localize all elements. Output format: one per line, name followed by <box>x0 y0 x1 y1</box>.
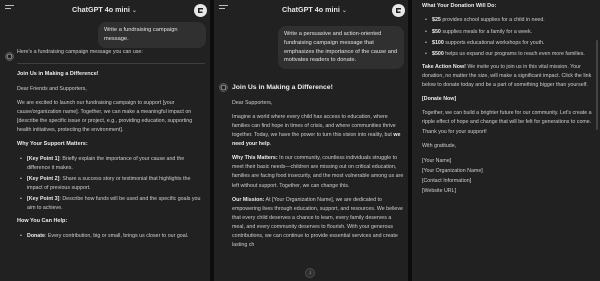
point-label: [Key Point 1] <box>27 155 60 162</box>
response-heading: Join Us in Making a Difference! <box>232 84 333 91</box>
top-bar: ChatGPT 4o mini ⌄ <box>214 0 408 22</box>
signature-block: [Your Name] [Your Organization Name] [Co… <box>422 156 594 196</box>
list-item: [Key Point 2]: Share a success story or … <box>17 175 205 193</box>
closing-paragraph: Together, we can build a brighter future… <box>422 110 592 135</box>
point-label: [Key Point 2] <box>27 175 60 182</box>
body-text: We are excited to launch our fundraising… <box>17 99 193 133</box>
mission-text: At [Your Organization Name], we are dedi… <box>232 196 403 249</box>
assistant-logo-icon <box>5 52 14 61</box>
list-item: Donate: Every contribution, big or small… <box>17 232 205 241</box>
donate-label: Donate <box>27 232 45 239</box>
vision-paragraph: Imagine a world where every child has ac… <box>232 113 404 149</box>
model-label: ChatGPT 4o mini <box>282 5 340 14</box>
chevron-down-icon: ⌄ <box>341 8 347 14</box>
matters-label: Why This Matters: <box>232 155 278 162</box>
avatar[interactable] <box>194 4 207 17</box>
donation-amount: $25 <box>432 17 441 24</box>
model-selector[interactable]: ChatGPT 4o mini ⌄ <box>282 5 347 14</box>
donation-text: supplies meals for a family for a week. <box>440 28 533 35</box>
user-message-text: Write a fundraising campaign message. <box>104 27 178 42</box>
user-message: Write a persuasive and action-oriented f… <box>278 26 404 70</box>
sidebar-menu-icon[interactable] <box>5 5 14 12</box>
signature-org: [Your Organization Name] <box>422 167 483 174</box>
donate-now-text: [Donate Now] <box>422 96 457 103</box>
action-label: Take Action Now! <box>422 63 466 70</box>
help-list: Donate: Every contribution, big or small… <box>17 232 205 241</box>
donation-amount: $50 <box>432 28 441 35</box>
donate-text: : Every contribution, big or small, brin… <box>44 232 189 239</box>
donation-list: $25 provides school supplies for a child… <box>422 16 594 59</box>
signature-contact: [Contact Information] <box>422 177 472 184</box>
greeting-text: Dear Supporters, <box>232 99 273 106</box>
support-heading: Why Your Support Matters: <box>17 141 88 148</box>
assistant-response: Here's a fundraising campaign message yo… <box>17 48 205 243</box>
divider <box>17 63 205 65</box>
help-heading: How You Can Help: <box>17 218 68 225</box>
model-label: ChatGPT 4o mini <box>72 5 130 14</box>
donation-amount: $500 <box>432 50 444 57</box>
scrollbar[interactable] <box>596 40 598 130</box>
donation-text: provides school supplies for a child in … <box>440 17 545 24</box>
chevron-down-icon: ⌄ <box>131 8 137 14</box>
donate-now-link[interactable]: [Donate Now] <box>422 95 594 104</box>
donation-heading: What Your Donation Will Do: <box>422 3 497 9</box>
chat-panel-3: What Your Donation Will Do: $25 provides… <box>412 0 600 281</box>
list-item: $100 supports educational workshops for … <box>422 39 594 48</box>
donation-text: supports educational workshops for youth… <box>443 39 545 46</box>
donation-text: helps us expand our programs to reach ev… <box>443 50 585 57</box>
mission-paragraph: Our Mission: At [Your Organization Name]… <box>232 196 404 251</box>
gratitude-text: With gratitude, <box>422 142 457 149</box>
model-selector[interactable]: ChatGPT 4o mini ⌄ <box>72 5 137 14</box>
list-item: [Key Point 1]: Briefly explain the impor… <box>17 155 205 173</box>
vision-end: . <box>269 141 272 148</box>
user-message: Write a fundraising campaign message. <box>98 22 206 48</box>
response-heading: Join Us in Making a Difference! <box>17 71 99 78</box>
scroll-down-button[interactable]: ↓ <box>305 268 315 278</box>
signature-name: [Your Name] <box>422 157 452 164</box>
vision-text: Imagine a world where every child has ac… <box>232 113 396 139</box>
top-bar: ChatGPT 4o mini ⌄ <box>0 0 210 22</box>
list-item: $500 helps us expand our programs to rea… <box>422 50 594 59</box>
list-item: $25 provides school supplies for a child… <box>422 16 594 25</box>
assistant-logo-icon <box>219 83 228 92</box>
intro-text: Here's a fundraising campaign message yo… <box>17 49 143 55</box>
user-message-text: Write a persuasive and action-oriented f… <box>284 31 398 64</box>
matters-paragraph: Why This Matters: In our community, coun… <box>232 154 404 190</box>
action-paragraph: Take Action Now! We invite you to join u… <box>422 63 594 90</box>
arrow-down-icon: ↓ <box>308 270 312 276</box>
list-item: [Key Point 3]: Describe how funds will b… <box>17 195 205 213</box>
key-points-list: [Key Point 1]: Briefly explain the impor… <box>17 155 205 214</box>
assistant-response: Join Us in Making a Difference! Dear Sup… <box>232 82 404 255</box>
list-item: $50 supplies meals for a family for a we… <box>422 28 594 37</box>
chat-panel-1: ChatGPT 4o mini ⌄ Write a fundraising cam… <box>0 0 210 281</box>
point-label: [Key Point 3] <box>27 196 60 202</box>
signature-website: [Website URL] <box>422 187 457 194</box>
mission-label: Our Mission: <box>232 196 265 203</box>
assistant-response-continued: What Your Donation Will Do: $25 provides… <box>422 2 594 201</box>
sidebar-menu-icon[interactable] <box>219 5 228 12</box>
greeting-text: Dear Friends and Supporters, <box>17 85 87 92</box>
chat-panel-2: ChatGPT 4o mini ⌄ Write a persuasive and … <box>214 0 408 281</box>
avatar[interactable] <box>392 4 405 17</box>
donation-amount: $100 <box>432 39 444 46</box>
